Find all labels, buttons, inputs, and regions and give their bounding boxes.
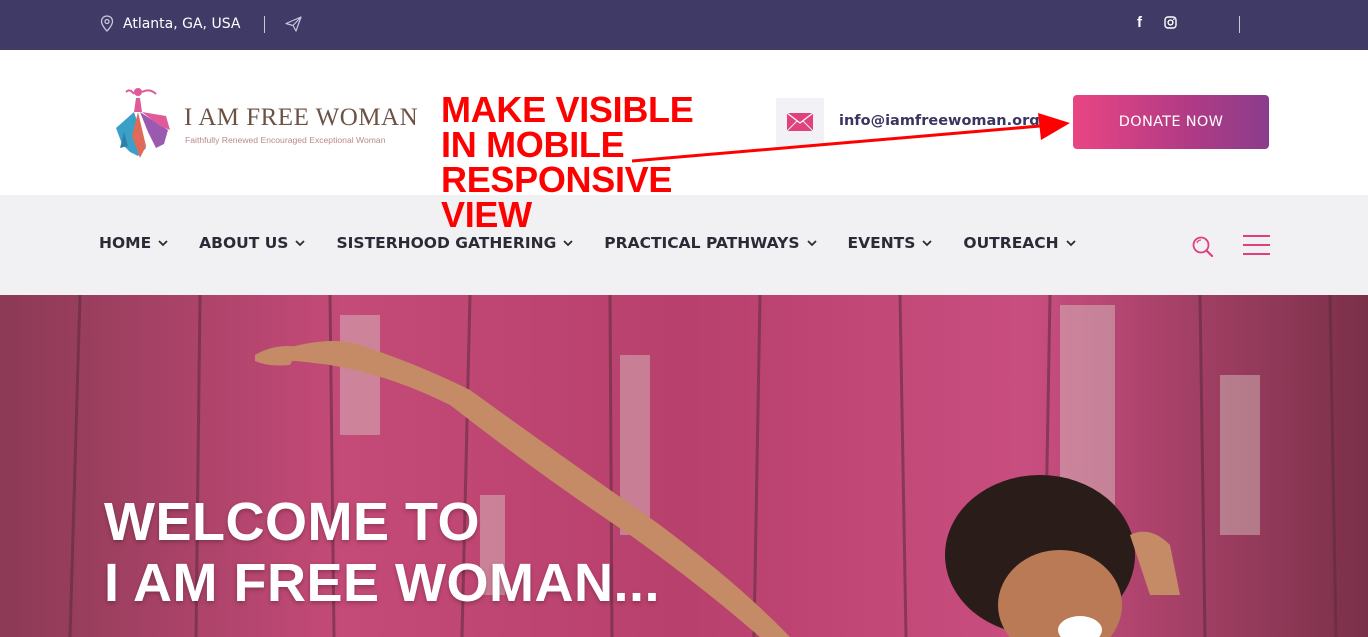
hero-title-line-1: WELCOME TO xyxy=(104,492,480,552)
hamburger-menu-icon[interactable] xyxy=(1243,235,1270,255)
nav-item-outreach[interactable]: OUTREACH xyxy=(963,234,1076,252)
logo-figure-icon xyxy=(116,88,170,158)
annotation-line-1: MAKE VISIBLE xyxy=(441,89,694,130)
location: Atlanta, GA, USA xyxy=(100,15,240,32)
nav-item-practical-pathways[interactable]: PRACTICAL PATHWAYS xyxy=(604,234,817,252)
chevron-down-icon xyxy=(563,239,573,246)
email-link[interactable]: info@iamfreewoman.org xyxy=(839,113,1040,129)
nav-menu: HOME ABOUT US SISTERHOOD GATHERING PRACT… xyxy=(99,234,1107,252)
logo-title: I AM FREE WOMAN xyxy=(184,104,419,131)
nav-item-home[interactable]: HOME xyxy=(99,234,168,252)
annotation-line-2: IN MOBILE xyxy=(441,124,625,165)
search-icon[interactable] xyxy=(1191,235,1215,264)
divider xyxy=(264,16,265,33)
nav-item-sisterhood-gathering[interactable]: SISTERHOOD GATHERING xyxy=(336,234,573,252)
location-pin-icon xyxy=(100,15,114,32)
annotation-note: MAKE VISIBLE IN MOBILE RESPONSIVE VIEW xyxy=(441,89,694,235)
nav-item-events[interactable]: EVENTS xyxy=(848,234,933,252)
nav-item-label: ABOUT US xyxy=(199,234,289,252)
mail-icon xyxy=(776,98,824,146)
hero-title: WELCOME TO I AM FREE WOMAN... xyxy=(104,492,660,614)
site-logo[interactable]: I AM FREE WOMAN Faithfully Renewed Encou… xyxy=(112,86,422,162)
facebook-icon[interactable]: f xyxy=(1137,14,1142,31)
send-icon[interactable] xyxy=(285,16,302,37)
nav-item-label: PRACTICAL PATHWAYS xyxy=(604,234,800,252)
annotation-line-3: RESPONSIVE xyxy=(441,159,673,200)
donate-button[interactable]: DONATE NOW xyxy=(1073,95,1269,149)
nav-item-about-us[interactable]: ABOUT US xyxy=(199,234,306,252)
chevron-down-icon xyxy=(295,239,306,246)
chevron-down-icon xyxy=(158,239,168,246)
nav-item-label: EVENTS xyxy=(847,234,916,252)
nav-item-label: OUTREACH xyxy=(963,234,1059,252)
chevron-down-icon xyxy=(806,239,817,246)
top-bar: Atlanta, GA, USA f xyxy=(0,0,1368,50)
chevron-down-icon xyxy=(1065,239,1076,246)
divider xyxy=(1239,16,1240,33)
instagram-icon[interactable] xyxy=(1164,16,1177,34)
chevron-down-icon xyxy=(922,239,933,246)
nav-item-label: SISTERHOOD GATHERING xyxy=(336,234,557,252)
annotation-line-4: VIEW xyxy=(441,194,532,235)
logo-tagline: Faithfully Renewed Encouraged Exceptiona… xyxy=(185,135,386,145)
hero-title-line-2: I AM FREE WOMAN... xyxy=(104,553,660,613)
location-text: Atlanta, GA, USA xyxy=(123,15,241,32)
hero-banner: WELCOME TO I AM FREE WOMAN... xyxy=(0,295,1368,637)
nav-item-label: HOME xyxy=(99,234,152,252)
